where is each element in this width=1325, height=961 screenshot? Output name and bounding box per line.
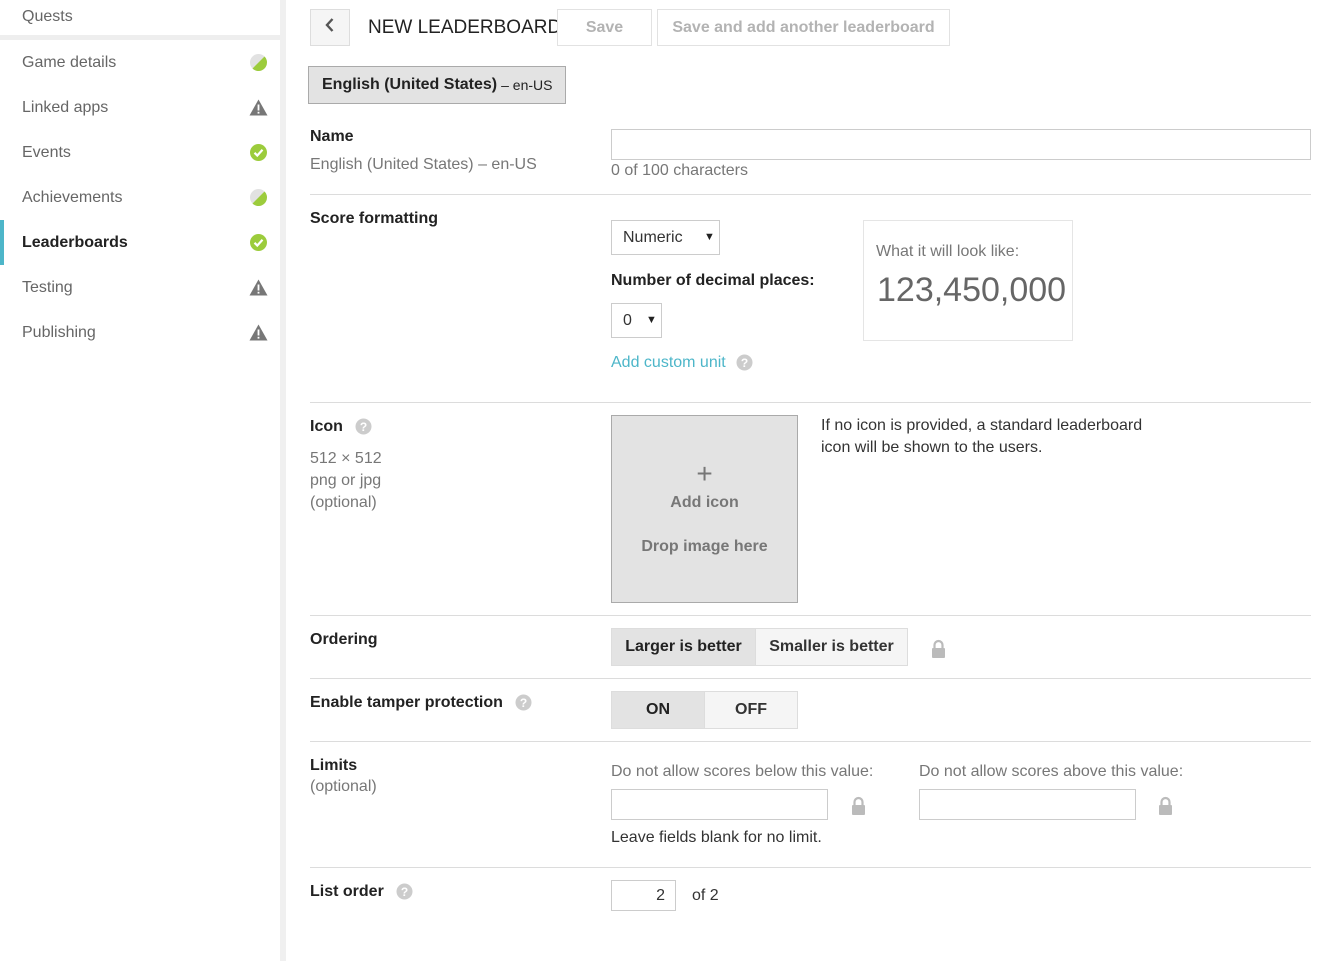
divider xyxy=(310,867,1311,868)
score-format-select[interactable]: Numeric ▼ xyxy=(611,220,720,255)
sidebar-item-label: Publishing xyxy=(22,323,96,341)
sidebar-divider xyxy=(280,0,286,961)
limits-hint: Leave fields blank for no limit. xyxy=(611,829,822,846)
caret-down-icon: ▼ xyxy=(646,314,657,326)
custom-unit-row: Add custom unit ? xyxy=(611,354,753,372)
larger-is-better-option[interactable]: Larger is better xyxy=(612,629,756,665)
help-icon[interactable]: ? xyxy=(396,883,413,900)
smaller-is-better-option[interactable]: Smaller is better xyxy=(756,629,907,665)
sidebar-item-label: Leaderboards xyxy=(22,233,128,251)
above-limit-label: Do not allow scores above this value: xyxy=(919,763,1184,780)
sidebar-item-label: Quests xyxy=(22,8,73,25)
warning-icon xyxy=(249,323,268,342)
help-icon[interactable]: ? xyxy=(736,354,753,371)
help-icon[interactable]: ? xyxy=(355,418,372,435)
icon-label: Icon xyxy=(310,418,343,435)
icon-size: 512 × 512 xyxy=(310,450,382,467)
svg-text:?: ? xyxy=(520,696,527,710)
tamper-label: Enable tamper protection xyxy=(310,694,503,711)
decimal-places-select[interactable]: 0 ▼ xyxy=(611,303,662,338)
divider xyxy=(310,678,1311,679)
complete-check-icon xyxy=(249,233,268,252)
svg-text:?: ? xyxy=(741,356,748,370)
help-icon[interactable]: ? xyxy=(515,694,532,711)
lock-icon xyxy=(931,639,946,659)
partial-status-icon xyxy=(249,53,268,72)
drop-image-label: Drop image here xyxy=(641,538,768,555)
score-formatting-label: Score formatting xyxy=(310,210,439,227)
ordering-toggle: Larger is better Smaller is better xyxy=(611,628,908,666)
divider xyxy=(310,402,1311,403)
language-tab[interactable]: English (United States) – en-US xyxy=(308,66,567,104)
back-button[interactable] xyxy=(310,9,350,46)
sidebar-item-testing[interactable]: Testing xyxy=(0,265,280,310)
tamper-toggle: ON OFF xyxy=(611,691,798,729)
icon-dropzone[interactable]: + Add icon Drop image here xyxy=(611,415,798,603)
caret-down-icon: ▼ xyxy=(704,231,715,243)
sidebar-item-label: Linked apps xyxy=(22,98,109,116)
score-format-value: Numeric xyxy=(623,228,683,246)
tamper-on-option[interactable]: ON xyxy=(612,692,705,728)
chevron-left-icon xyxy=(324,17,336,38)
sidebar-item-events[interactable]: Events xyxy=(0,130,280,175)
sidebar-item-label: Game details xyxy=(22,53,117,71)
sidebar-list: Game details Linked apps Events Achievem… xyxy=(0,40,280,355)
icon-info-text: If no icon is provided, a standard leade… xyxy=(821,417,1143,456)
sidebar-item-quests[interactable]: Quests xyxy=(0,0,280,40)
divider xyxy=(310,741,1311,742)
decimal-places-label: Number of decimal places: xyxy=(611,272,815,289)
language-tab-code: – en-US xyxy=(501,77,553,93)
decimal-places-value: 0 xyxy=(623,311,632,329)
preview-label: What it will look like: xyxy=(876,243,1020,260)
preview-value: 123,450,000 xyxy=(877,271,1067,309)
below-limit-input[interactable] xyxy=(611,789,828,820)
divider xyxy=(310,615,1311,616)
save-and-add-button[interactable]: Save and add another leaderboard xyxy=(657,9,950,46)
language-tab-name: English (United States) xyxy=(322,76,498,93)
list-order-label-row: List order ? xyxy=(310,883,413,901)
lock-icon xyxy=(1158,796,1173,816)
name-sublabel: English (United States) – en-US xyxy=(310,156,537,173)
complete-check-icon xyxy=(249,143,268,162)
name-input[interactable] xyxy=(611,129,1311,160)
name-char-count: 0 of 100 characters xyxy=(611,162,748,179)
sidebar-item-linked-apps[interactable]: Linked apps xyxy=(0,85,280,130)
warning-icon xyxy=(249,278,268,297)
sidebar-item-label: Events xyxy=(22,143,71,161)
icon-format: png or jpg xyxy=(310,472,382,489)
name-label: Name xyxy=(310,128,354,145)
limits-label: Limits xyxy=(310,757,358,774)
below-limit-label: Do not allow scores below this value: xyxy=(611,763,874,780)
sidebar-item-label: Testing xyxy=(22,278,73,296)
add-custom-unit-link[interactable]: Add custom unit xyxy=(611,354,726,371)
icon-optional: (optional) xyxy=(310,494,377,511)
save-button[interactable]: Save xyxy=(557,9,652,46)
sidebar-item-publishing[interactable]: Publishing xyxy=(0,310,280,355)
above-limit-input[interactable] xyxy=(919,789,1136,820)
list-order-input[interactable] xyxy=(611,880,676,911)
add-icon-label: Add icon xyxy=(670,494,739,511)
page-title: NEW LEADERBOARD xyxy=(368,17,562,38)
sidebar-item-leaderboards[interactable]: Leaderboards xyxy=(0,220,280,265)
tamper-off-option[interactable]: OFF xyxy=(705,692,797,728)
list-order-total: of 2 xyxy=(692,887,719,904)
limits-optional: (optional) xyxy=(310,778,377,795)
tamper-label-row: Enable tamper protection ? xyxy=(310,694,532,712)
score-preview-box: What it will look like: 123,450,000 xyxy=(863,220,1073,341)
warning-icon xyxy=(249,98,268,117)
list-order-label: List order xyxy=(310,883,384,900)
svg-text:?: ? xyxy=(360,420,367,434)
divider xyxy=(310,194,1311,195)
sidebar-item-label: Achievements xyxy=(22,188,123,206)
lock-icon xyxy=(851,796,866,816)
icon-label-row: Icon ? xyxy=(310,418,372,436)
plus-icon: + xyxy=(696,458,713,489)
svg-text:?: ? xyxy=(401,885,408,899)
sidebar-item-achievements[interactable]: Achievements xyxy=(0,175,280,220)
ordering-label: Ordering xyxy=(310,631,378,648)
sidebar-item-game-details[interactable]: Game details xyxy=(0,40,280,85)
partial-status-icon xyxy=(249,188,268,207)
sidebar: Quests Game details Linked apps Events A… xyxy=(0,0,280,961)
